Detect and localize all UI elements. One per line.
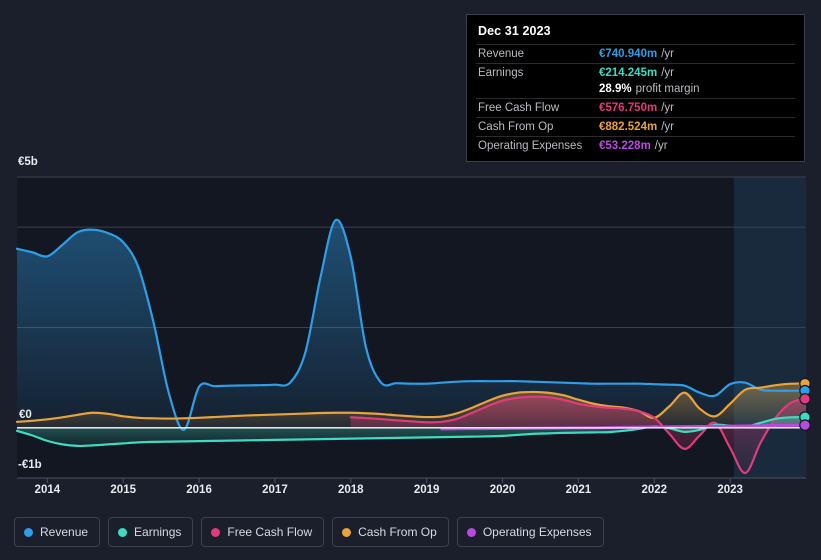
x-axis-tick-2023: 2023 (717, 484, 743, 496)
tooltip-row-value: €740.940m (599, 48, 658, 60)
endpoint-marker-operating-expenses (799, 419, 811, 431)
y-axis-label-top: €5b (18, 156, 38, 168)
tooltip-row-label: Free Cash Flow (478, 102, 560, 114)
x-axis-tick-2015: 2015 (110, 484, 136, 496)
legend-item-label: Revenue (40, 525, 89, 539)
x-axis-tick-2020: 2020 (489, 484, 516, 496)
legend-item-label: Operating Expenses (482, 525, 592, 539)
x-axis-tick-2018: 2018 (338, 484, 364, 496)
tooltip-row-label: Operating Expenses (478, 140, 583, 152)
tooltip-row-unit: /yr (661, 102, 674, 114)
x-axis-tick-2022: 2022 (641, 484, 668, 496)
legend-item-cash-from-op[interactable]: Cash From Op (332, 517, 449, 547)
tooltip-row-value: €214.245m (599, 67, 658, 79)
tooltip-row: Cash From Op €882.524m/yr (476, 117, 795, 136)
x-axis-tick-2019: 2019 (413, 484, 440, 496)
legend-item-label: Earnings (134, 525, 182, 539)
tooltip-row-unit: /yr (654, 140, 668, 152)
tooltip-row-value: €53.228m (599, 140, 651, 152)
tooltip-row-unit: /yr (661, 121, 674, 133)
tooltip-row: Earnings €214.245m/yr (476, 63, 795, 82)
legend-item-label: Free Cash Flow (227, 525, 313, 539)
tooltip-row-value: €882.524m (599, 121, 658, 133)
legend-item-operating-expenses[interactable]: Operating Expenses (456, 517, 604, 547)
tooltip-row-unit: /yr (661, 67, 674, 79)
legend-color-dot-icon (342, 527, 352, 537)
data-tooltip: Dec 31 2023 Revenue €740.940m/yr Earnings €… (466, 14, 805, 162)
financial-chart: €5b €0 -€1b 2014 2015 2016 2017 2018 2019 2020… (0, 0, 821, 560)
legend-item-revenue[interactable]: Revenue (14, 517, 101, 547)
tooltip-row-label: Earnings (478, 67, 524, 79)
tooltip-row-unit: /yr (661, 48, 674, 60)
chart-legend: Revenue Earnings Free Cash Flow Cash From O… (14, 517, 604, 547)
x-axis-tick-2017: 2017 (262, 484, 288, 496)
x-axis-tick-2021: 2021 (565, 484, 592, 496)
legend-color-dot-icon (118, 527, 128, 537)
tooltip-row-unit: profit margin (635, 83, 700, 95)
endpoint-marker-free-cash-flow (799, 393, 811, 405)
tooltip-row-label: Cash From Op (478, 121, 554, 133)
tooltip-row-label: Revenue (478, 48, 525, 60)
legend-item-earnings[interactable]: Earnings (108, 517, 194, 547)
tooltip-title: Dec 31 2023 (478, 24, 551, 38)
legend-item-free-cash-flow[interactable]: Free Cash Flow (201, 517, 325, 547)
tooltip-row: Free Cash Flow €576.750m/yr (476, 98, 795, 117)
tooltip-row-value: 28.9% (599, 83, 632, 95)
x-axis-tick-2016: 2016 (186, 484, 212, 496)
legend-color-dot-icon (466, 527, 476, 537)
legend-item-label: Cash From Op (358, 525, 437, 539)
tooltip-row: 28.9% profit margin (476, 82, 795, 98)
y-axis-label-zero: €0 (19, 409, 32, 421)
tooltip-row-value: €576.750m (599, 102, 658, 114)
legend-color-dot-icon (24, 527, 33, 537)
tooltip-row: Operating Expenses €53.228m/yr (476, 136, 795, 155)
legend-color-dot-icon (211, 527, 221, 537)
y-axis-label-bottom: -€1b (18, 459, 42, 471)
tooltip-row: Revenue €740.940m/yr (476, 44, 795, 63)
tooltip-rows: Revenue €740.940m/yr Earnings €214.245m/yr 2… (476, 44, 795, 155)
x-axis-tick-2014: 2014 (34, 484, 61, 496)
